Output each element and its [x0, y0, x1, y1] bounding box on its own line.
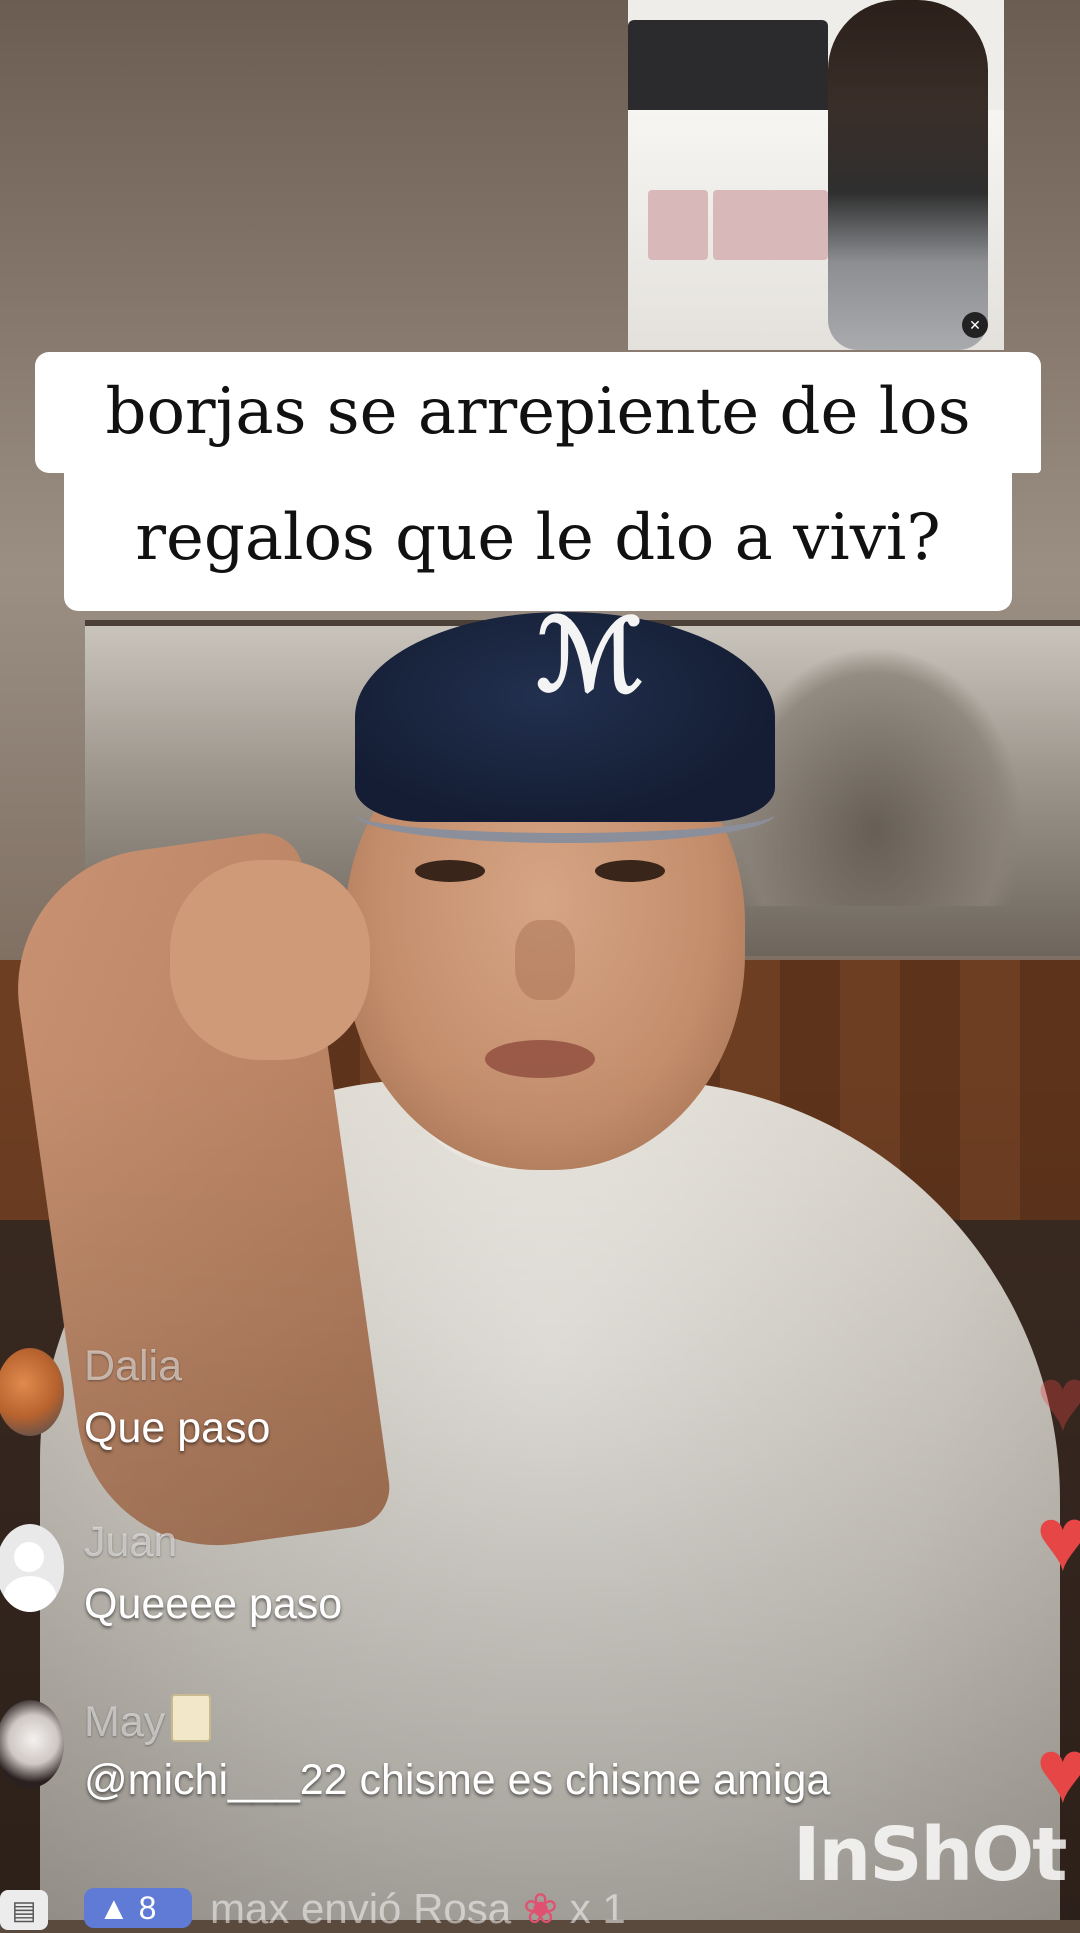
inset-person: [828, 0, 988, 350]
gift-notification-text: max envió Rosa ❀ x 1: [210, 1884, 626, 1933]
gift-count: x 1: [569, 1885, 626, 1932]
rose-icon: ❀: [522, 1885, 559, 1932]
fan-badge-icon: [171, 1694, 212, 1742]
chat-text: Que paso: [84, 1404, 271, 1452]
gift-bag: [648, 190, 708, 260]
gift-bag: [768, 190, 828, 260]
level-badge: ▲ 8: [84, 1888, 192, 1928]
chat-username: May: [84, 1698, 166, 1746]
avatar[interactable]: [0, 1524, 64, 1612]
level-number: 8: [138, 1890, 157, 1926]
gift-bag: [713, 190, 773, 260]
gift-notification-bar: ▤ ▲ 8 max envió Rosa ❀ x 1: [0, 1880, 1080, 1932]
chat-username: Juan: [84, 1518, 178, 1566]
chat-text: Queeee paso: [84, 1580, 343, 1628]
gift-icon[interactable]: ▤: [0, 1890, 48, 1930]
chat-username: Dalia: [84, 1342, 182, 1390]
mute-icon[interactable]: ✕: [962, 312, 988, 338]
heart-icon: ♥: [1036, 1350, 1080, 1450]
inset-headboard: [628, 20, 828, 120]
heart-icon: ♥: [1036, 1722, 1080, 1822]
inset-video[interactable]: ✕: [628, 0, 1004, 350]
heart-icon: ♥: [1036, 1490, 1080, 1590]
chat-username-row: May: [84, 1694, 212, 1747]
caption-line-2: regalos que le dio a vivi?: [64, 473, 1012, 611]
gift-message: max envió Rosa: [210, 1885, 512, 1932]
chat-text: @michi___22 chisme es chisme amiga: [84, 1756, 831, 1804]
caption-line-1: borjas se arrepiente de los: [35, 352, 1041, 473]
